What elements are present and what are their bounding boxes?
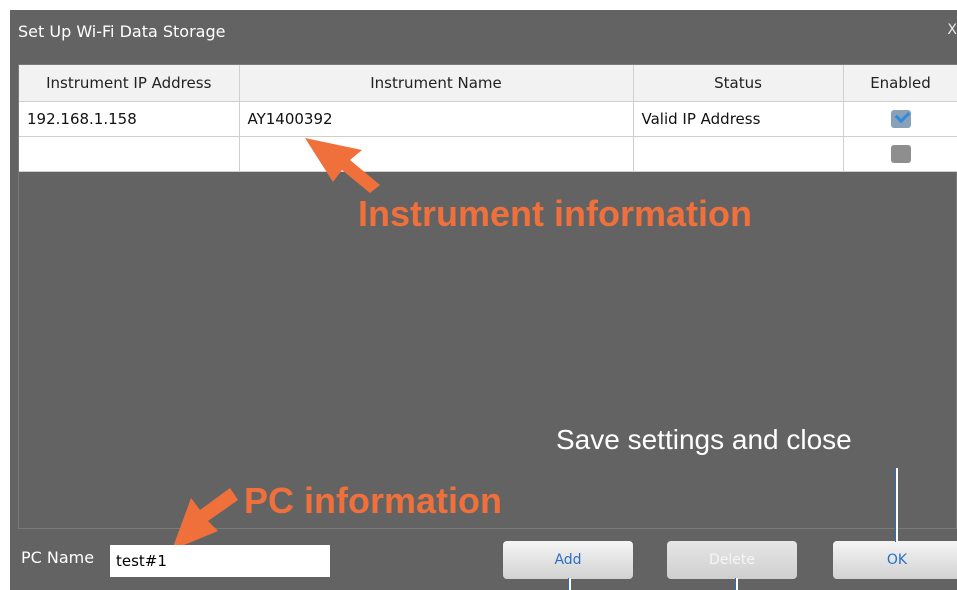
arrow-pc-icon — [172, 488, 238, 550]
delete-button[interactable]: Delete — [667, 541, 797, 579]
instrument-info-label: Instrument information — [358, 193, 752, 234]
add-button[interactable]: Add — [503, 541, 633, 579]
arrow-instrument-icon — [305, 138, 380, 193]
pc-info-label: PC information — [244, 480, 502, 521]
pc-name-label: PC Name — [21, 548, 95, 567]
save-settings-label: Save settings and close — [556, 424, 852, 455]
add-leader-line — [568, 578, 571, 590]
ok-leader-line — [895, 468, 898, 542]
delete-leader-line — [735, 578, 738, 590]
pc-name-input[interactable] — [110, 545, 330, 577]
ok-button[interactable]: OK — [833, 541, 957, 579]
